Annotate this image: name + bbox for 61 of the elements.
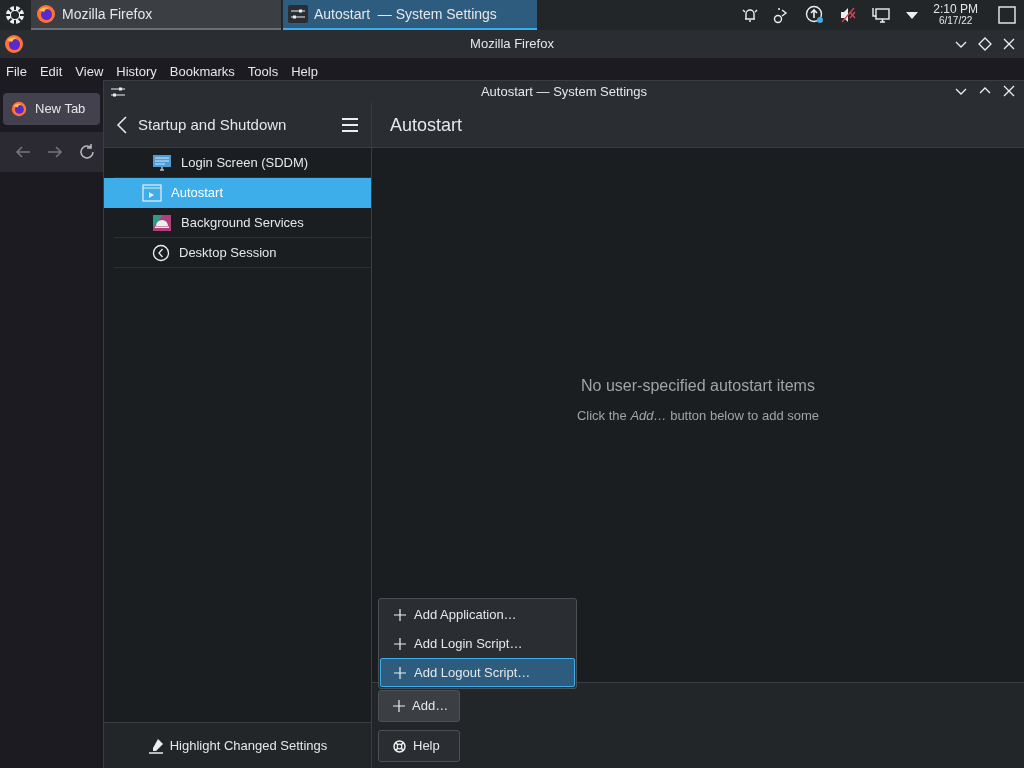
- sidebar-item[interactable]: Desktop Session: [114, 238, 371, 268]
- update-icon[interactable]: [805, 5, 826, 25]
- add-button[interactable]: Add…: [378, 690, 460, 722]
- help-button[interactable]: Help: [378, 730, 460, 762]
- plus-icon: [393, 700, 405, 712]
- menu-item[interactable]: Tools: [247, 62, 279, 82]
- item-label: Login Screen (SDDM): [181, 153, 309, 172]
- item-label: Background Services: [181, 213, 304, 232]
- close-icon[interactable]: [1002, 84, 1016, 98]
- reload-icon[interactable]: [78, 143, 96, 161]
- window-title: Mozilla Firefox: [470, 35, 554, 54]
- menu-item[interactable]: Add Logout Script…: [380, 658, 575, 687]
- menu-item[interactable]: Add Login Script…: [380, 629, 575, 658]
- menu-label: Add Logout Script…: [414, 663, 531, 682]
- plus-icon: [394, 637, 406, 650]
- menu-item[interactable]: Add Application…: [380, 600, 575, 629]
- expand-arrow-icon[interactable]: [905, 10, 920, 20]
- firefox-icon: [4, 34, 24, 54]
- clock-date[interactable]: 6/17/22: [938, 15, 973, 26]
- window-play-icon: [142, 184, 162, 202]
- menu-item[interactable]: File: [6, 62, 27, 82]
- item-label: Desktop Session: [179, 243, 277, 262]
- monitor-icon: [152, 153, 172, 172]
- launcher-icon[interactable]: [5, 5, 25, 25]
- back-icon[interactable]: [116, 115, 128, 135]
- menu-item[interactable]: Bookmarks: [169, 62, 235, 82]
- service-bell-icon: [152, 213, 172, 232]
- lifebuoy-icon: [393, 739, 406, 753]
- menu-item[interactable]: Help: [291, 62, 318, 82]
- sidebar-title: Startup and Shutdown: [138, 114, 288, 135]
- plus-icon: [394, 666, 406, 679]
- monitor-icon[interactable]: [871, 6, 892, 24]
- task-title: Mozilla Firefox: [62, 4, 153, 24]
- taskbar-task[interactable]: Mozilla Firefox: [31, 0, 281, 30]
- browser-tab[interactable]: New Tab: [3, 93, 100, 125]
- menu-item[interactable]: Edit: [39, 62, 63, 82]
- back-circle-icon: [152, 243, 170, 262]
- sidebar-item[interactable]: Background Services: [114, 208, 371, 238]
- close-icon[interactable]: [1002, 37, 1016, 51]
- plus-icon: [394, 608, 406, 621]
- firefox-icon: [11, 101, 27, 117]
- window-title: Autostart — System Settings: [480, 83, 648, 102]
- empty-state-hint: Click the Add… button below to add some: [576, 407, 820, 426]
- menu-item[interactable]: View: [75, 62, 104, 82]
- item-label: Autostart: [171, 184, 224, 203]
- empty-state-title: No user-specified autostart items: [581, 376, 815, 397]
- taskbar-task[interactable]: Autostart — System Settings: [283, 0, 537, 30]
- menu-label: Add Application…: [414, 605, 517, 624]
- firefox-icon: [36, 4, 56, 24]
- menu-icon[interactable]: [341, 117, 359, 133]
- menu-label: Add Login Script…: [414, 634, 523, 653]
- clock-time[interactable]: 2:10 PM: [933, 4, 978, 15]
- menu-item[interactable]: History: [116, 62, 157, 82]
- highlighter-icon: [147, 737, 164, 754]
- page-title: Autostart: [390, 113, 463, 137]
- task-title: Autostart — System Settings: [314, 4, 497, 24]
- settings-icon: [288, 5, 308, 23]
- show-desktop-icon[interactable]: [998, 6, 1016, 24]
- muted-speaker-icon[interactable]: [839, 6, 858, 24]
- bell-icon[interactable]: [741, 6, 760, 24]
- maximize-icon[interactable]: [978, 37, 992, 51]
